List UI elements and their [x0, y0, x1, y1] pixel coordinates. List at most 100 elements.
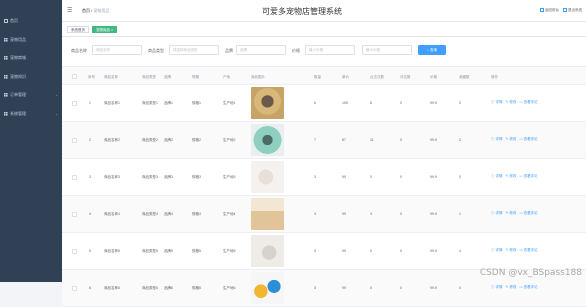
cell-brand: 品牌5: [164, 249, 173, 254]
chevron-down-icon: ⌄: [55, 93, 58, 97]
review-button[interactable]: ▭ 查看评论: [519, 174, 537, 179]
sidebar-item-pet-knowledge[interactable]: 宠物知识: [0, 70, 62, 83]
edit-button[interactable]: ✎ 修改: [505, 137, 516, 142]
cell-origin: 生产地1: [223, 101, 235, 106]
col-header: 商品图片: [251, 75, 265, 80]
sidebar-item-label: 宠物商城: [10, 55, 26, 61]
cell-index: 4: [89, 212, 91, 216]
row-checkbox[interactable]: [72, 175, 77, 180]
cell-qty: 6: [314, 101, 316, 105]
review-button[interactable]: ▭ 查看评论: [519, 211, 537, 216]
sidebar-item-pet-supplies[interactable]: 宠物用品: [0, 33, 62, 46]
detail-button[interactable]: ⓘ 详情: [491, 100, 502, 105]
cell-clicks: 11: [370, 138, 374, 142]
min-price-input[interactable]: 最小价格: [305, 45, 355, 55]
sidebar-item-label: 首页: [10, 18, 18, 24]
cell-origin: 生产地5: [223, 249, 235, 254]
sidebar-item-orders[interactable]: 订单管理 ⌄: [0, 89, 62, 102]
cell-fav: 4: [459, 249, 461, 253]
backend-link[interactable]: 返回前台: [540, 8, 559, 13]
cell-type: 商品类型3: [142, 175, 158, 180]
cell-comments: 0: [400, 249, 402, 253]
cell-brand: 品牌6: [164, 286, 173, 291]
review-button[interactable]: ▭ 查看评论: [519, 285, 537, 290]
edit-button[interactable]: ✎ 修改: [505, 174, 516, 179]
detail-label: 详情: [495, 248, 502, 252]
monitor-icon: [540, 8, 544, 12]
sidebar-item-home[interactable]: 首页: [0, 15, 62, 28]
review-button[interactable]: ▭ 查看评论: [519, 100, 537, 105]
cell-brand: 品牌1: [164, 101, 173, 106]
sidebar-item-pet-mall[interactable]: 宠物商城: [0, 52, 62, 65]
detail-button[interactable]: ⓘ 详情: [491, 174, 502, 179]
logout-label: 退出系统: [568, 8, 582, 12]
cell-unit: 105: [342, 101, 348, 105]
review-button[interactable]: ▭ 查看评论: [519, 137, 537, 142]
edit-button[interactable]: ✎ 修改: [505, 285, 516, 290]
breadcrumb-home[interactable]: 首页: [82, 8, 90, 13]
row-checkbox[interactable]: [72, 286, 77, 291]
detail-button[interactable]: ⓘ 详情: [491, 285, 502, 290]
edit-button[interactable]: ✎ 修改: [505, 100, 516, 105]
review-label: 查看评论: [524, 100, 538, 104]
name-input[interactable]: 商品名称: [92, 45, 142, 55]
detail-label: 详情: [495, 211, 502, 215]
detail-button[interactable]: ⓘ 详情: [491, 137, 502, 142]
brand-input[interactable]: 品牌: [236, 45, 286, 55]
cell-comments: 0: [400, 286, 402, 290]
grid-icon: [4, 56, 8, 60]
cell-brand: 品牌4: [164, 212, 173, 217]
row-actions: ⓘ 详情 ✎ 修改 ▭ 查看评论: [491, 248, 538, 253]
backend-label: 返回前台: [545, 8, 559, 12]
cell-origin: 生产地6: [223, 286, 235, 291]
main-content: 商品名称 商品名称 商品类型 请选择商品类型 品牌 品牌 价格 最小价格 最大价…: [62, 37, 586, 282]
detail-label: 详情: [495, 137, 502, 141]
cell-comments: 0: [400, 138, 402, 142]
grid-icon: [4, 112, 8, 116]
grid-icon: [4, 75, 8, 79]
tag-home[interactable]: 系统首页: [67, 26, 89, 33]
row-checkbox[interactable]: [72, 249, 77, 254]
tags-view: 系统首页 宠物用品 ×: [62, 22, 586, 37]
logout-link[interactable]: 退出系统: [563, 8, 582, 13]
type-select[interactable]: 请选择商品类型: [169, 45, 219, 55]
detail-button[interactable]: ⓘ 详情: [491, 248, 502, 253]
cell-spec: 规格3: [192, 175, 201, 180]
cell-name: 商品名称5: [104, 249, 120, 254]
row-checkbox[interactable]: [72, 138, 77, 143]
search-button[interactable]: ⌕ 查询: [418, 45, 446, 55]
cell-clicks: 0: [370, 175, 372, 179]
cell-comments: 0: [400, 212, 402, 216]
review-label: 查看评论: [524, 174, 538, 178]
cell-clicks: 3: [370, 212, 372, 216]
cell-index: 2: [89, 138, 91, 142]
max-price-input[interactable]: 最大价格: [362, 45, 412, 55]
detail-button[interactable]: ⓘ 详情: [491, 211, 502, 216]
tag-current[interactable]: 宠物用品 ×: [92, 26, 117, 33]
logout-icon: [563, 8, 567, 12]
sidebar-item-label: 系统管理: [10, 111, 26, 117]
cell-unit: 99: [342, 175, 346, 179]
brand-label: 品牌: [225, 48, 233, 54]
sidebar-item-system[interactable]: 系统管理 ⌄: [0, 107, 62, 120]
edit-button[interactable]: ✎ 修改: [505, 248, 516, 253]
select-all-checkbox[interactable]: [72, 74, 77, 79]
cell-name: 商品名称6: [104, 286, 120, 291]
review-label: 查看评论: [524, 285, 538, 289]
cell-unit: 99: [342, 249, 346, 253]
detail-label: 详情: [495, 174, 502, 178]
cell-origin: 生产地4: [223, 212, 235, 217]
cell-type: 商品类型1: [142, 101, 158, 106]
row-checkbox[interactable]: [72, 101, 77, 106]
edit-label: 修改: [509, 100, 516, 104]
col-header: 评论数: [400, 75, 411, 80]
cell-type: 商品类型5: [142, 249, 158, 254]
edit-button[interactable]: ✎ 修改: [505, 211, 516, 216]
type-label: 商品类型: [148, 48, 164, 54]
menu-toggle-icon[interactable]: ☰: [67, 7, 72, 14]
review-button[interactable]: ▭ 查看评论: [519, 248, 537, 253]
row-checkbox[interactable]: [72, 212, 77, 217]
cell-qty: 7: [314, 138, 316, 142]
cell-clicks: 0: [370, 249, 372, 253]
breadcrumb-current: 宠物用品: [93, 8, 109, 13]
